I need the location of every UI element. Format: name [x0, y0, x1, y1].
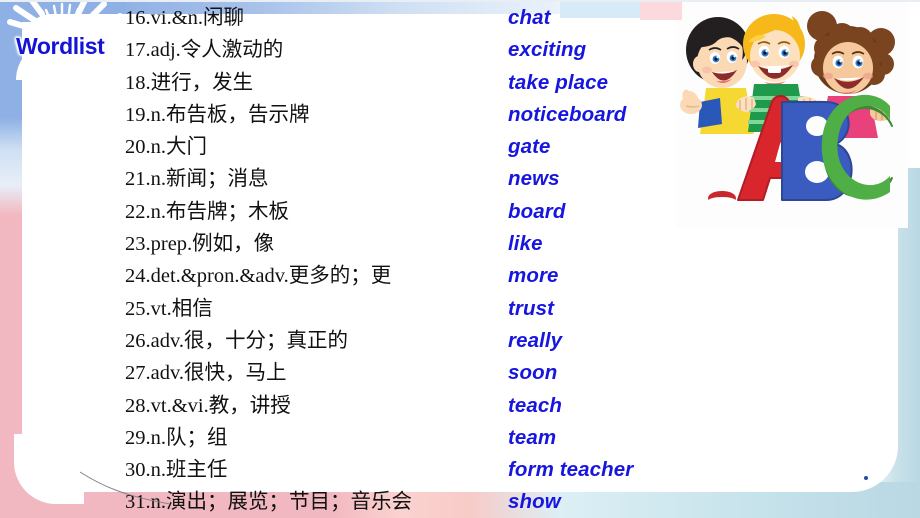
chinese-gloss: 20.n.大门 [125, 136, 207, 159]
english-word: take place [508, 70, 609, 94]
chinese-gloss: 30.n.班主任 [125, 459, 228, 482]
page-title: Wordlist [16, 33, 105, 59]
chinese-gloss: 29.n.队；组 [125, 426, 228, 449]
english-word: really [508, 328, 563, 352]
english-word: board [508, 199, 566, 223]
english-word: team [508, 425, 557, 449]
wordlist-row: 17.adj.令人激动的 exciting [125, 34, 685, 66]
abc-children-clipart [676, 2, 908, 228]
chinese-gloss: 17.adj.令人激动的 [125, 39, 284, 62]
chinese-gloss: 23.prep.例如，像 [125, 233, 275, 256]
wordlist-row: 30.n.班主任 form teacher [125, 454, 685, 486]
english-word: show [508, 490, 561, 514]
wordlist-row: 24.det.&pron.&adv.更多的；更 more [125, 260, 685, 292]
chinese-gloss: 19.n.布告板，告示牌 [125, 103, 310, 126]
chinese-gloss: 28.vt.&vi.教，讲授 [125, 394, 291, 417]
wordlist-table: 16.vi.&n.闲聊 chat 17.adj.令人激动的 exciting 1… [125, 2, 685, 518]
english-word: noticeboard [508, 102, 627, 126]
english-word: more [508, 264, 559, 288]
wordlist-row: 31.n.演出；展览；节目；音乐会 show [125, 486, 685, 518]
left-gradient-band [0, 0, 34, 518]
wordlist-row: 19.n.布告板，告示牌 noticeboard [125, 99, 685, 131]
slide-canvas: Wordlist 16.vi.&n.闲聊 chat 17.adj.令人激动的 e… [0, 0, 920, 518]
wordlist-row: 18.进行，发生 take place [125, 67, 685, 99]
blue-dot-accent [864, 476, 868, 480]
english-word: form teacher [508, 458, 634, 482]
chinese-gloss: 21.n.新闻；消息 [125, 168, 269, 191]
chinese-gloss: 16.vi.&n.闲聊 [125, 7, 245, 29]
english-word: soon [508, 361, 558, 385]
english-word: teach [508, 393, 563, 417]
english-word: chat [508, 6, 551, 29]
wordlist-row: 25.vt.相信 trust [125, 293, 685, 325]
english-word: exciting [508, 38, 587, 62]
wordlist-row: 27.adv.很快，马上 soon [125, 357, 685, 389]
wordlist-row: 26.adv.很，十分；真正的 really [125, 325, 685, 357]
wordlist-row: 29.n.队；组 team [125, 422, 685, 454]
wordlist-row: 22.n.布告牌；木板 board [125, 196, 685, 228]
wordlist-row: 21.n.新闻；消息 news [125, 163, 685, 195]
english-word: news [508, 167, 560, 191]
wordlist-row: 23.prep.例如，像 like [125, 228, 685, 260]
english-word: gate [508, 135, 551, 159]
wordlist-row: 20.n.大门 gate [125, 131, 685, 163]
chinese-gloss: 22.n.布告牌；木板 [125, 200, 289, 223]
wordlist-row: 16.vi.&n.闲聊 chat [125, 2, 685, 34]
wordlist-row: 28.vt.&vi.教，讲授 teach [125, 390, 685, 422]
chinese-gloss: 31.n.演出；展览；节目；音乐会 [125, 491, 412, 514]
chinese-gloss: 24.det.&pron.&adv.更多的；更 [125, 265, 392, 288]
chinese-gloss: 25.vt.相信 [125, 297, 213, 320]
chinese-gloss: 27.adv.很快，马上 [125, 362, 287, 385]
chinese-gloss: 18.进行，发生 [125, 71, 254, 94]
bottom-left-white-notch [14, 434, 84, 504]
english-word: trust [508, 296, 555, 320]
chinese-gloss: 26.adv.很，十分；真正的 [125, 329, 349, 352]
abc-children-illustration [676, 2, 908, 228]
english-word: like [508, 232, 543, 256]
